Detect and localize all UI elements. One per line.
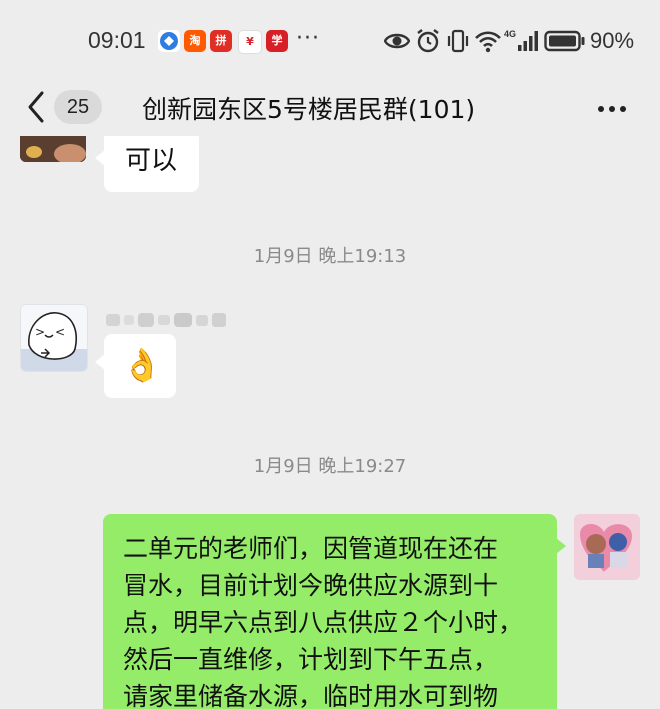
chat-title: 创新园东区5号楼居民群(101) [142,95,476,124]
message-timestamp: 1月9日 晚上19:13 [253,246,407,267]
message-line: 然后一直维修，计划到下午五点， [123,645,499,674]
sender-name-blurred [106,313,226,327]
svg-text:<: < [55,325,65,339]
message-text: 可以 [125,146,178,176]
avatar[interactable]: > < [20,304,88,372]
message-line: 请家里储备水源，临时用水可到物 [123,682,499,709]
taobao-app-icon: 淘 [184,30,206,52]
message-text: 二单元的老师们，因管道现在还在 冒水，目前计划今晚供应水源到十 点，明早六点到八… [123,530,553,709]
bank-app-icon: ¥ [238,30,262,54]
message-line: 二单元的老师们，因管道现在还在 [123,534,499,563]
eye-icon [384,33,410,49]
message-bubble[interactable]: 二单元的老师们，因管道现在还在 冒水，目前计划今晚供应水源到十 点，明早六点到八… [103,514,566,709]
battery-icon [544,30,585,52]
ok-hand-emoji: 👌 [122,346,162,384]
signal-4g-icon: 4G [504,29,538,51]
status-time: 09:01 [88,27,146,53]
wifi-icon [475,31,501,53]
avatar[interactable] [20,136,86,162]
chevron-left-icon [28,91,44,123]
more-dot-icon [620,106,626,112]
message-bubble[interactable]: 👌 [95,334,176,398]
pinduoduo-app-icon: 拼 [210,30,232,52]
message-line: 点，明早六点到八点供应２个小时， [123,608,524,637]
svg-text:>: > [35,325,45,339]
message-timestamp: 1月9日 晚上19:27 [253,456,407,477]
more-options-button[interactable] [592,88,632,128]
avatar[interactable] [574,514,640,580]
more-dot-icon [609,106,615,112]
more-dot-icon [598,106,604,112]
browser-app-icon [158,30,180,52]
back-button[interactable]: 25 [20,86,104,128]
chat-message-list[interactable]: 可以 1月9日 晚上19:13 > < 👌 1月9日 晚上19:27 二单元的老… [0,136,660,709]
more-notifications-icon: ··· [296,26,320,51]
alarm-icon [417,29,439,53]
xuexi-app-icon: 学 [266,30,288,52]
svg-text:4G: 4G [504,29,516,39]
message-line: 冒水，目前计划今晚供应水源到十 [123,571,499,600]
battery-percent: 90% [590,28,635,53]
message-bubble[interactable]: 可以 [95,136,199,192]
vibrate-icon [447,29,469,53]
status-bar: 09:01 淘 拼 ¥ 学 ··· 4G 90% [0,0,660,80]
unread-count-badge: 25 [54,90,102,124]
chat-header: 25 创新园东区5号楼居民群(101) [0,80,660,136]
